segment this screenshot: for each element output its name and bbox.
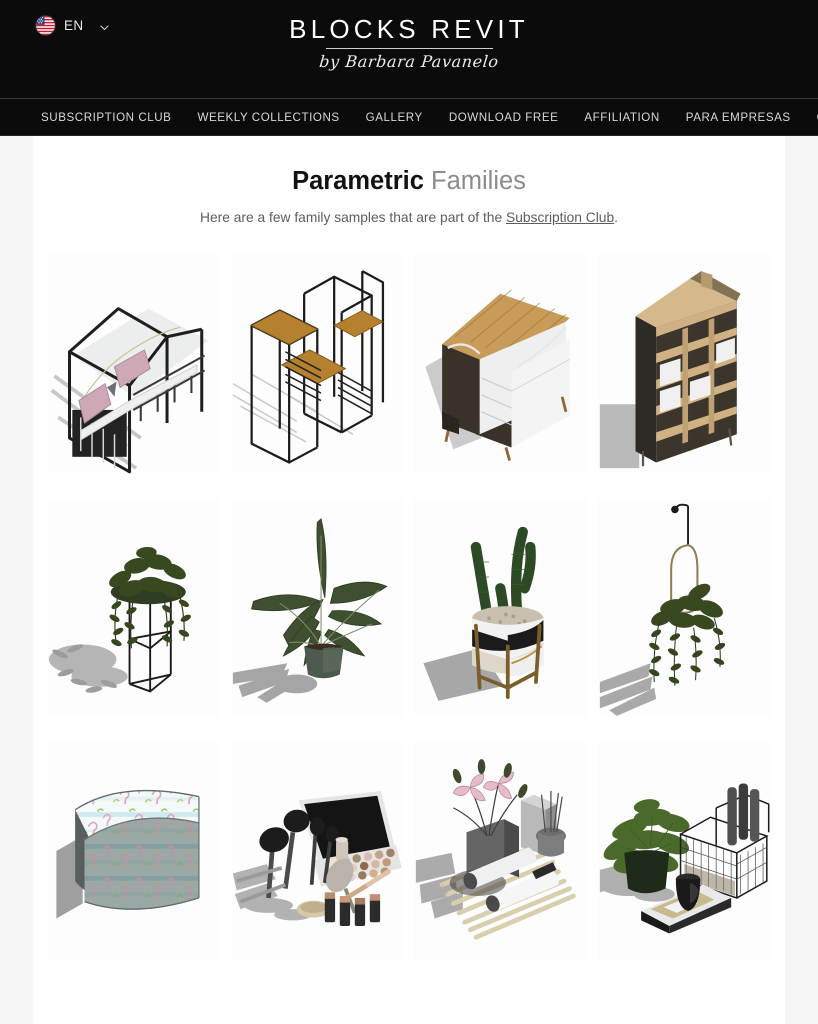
gallery-item-trailing-plant-stand[interactable] [47,490,221,724]
gallery-item-sideboard-credenza[interactable] [414,246,588,480]
nav-item-subscription-club[interactable]: SUBSCRIPTION CLUB [41,111,171,124]
gallery-item-cactus-planter[interactable] [414,490,588,724]
spa-decor-set-image [414,741,588,961]
page-title-light: Families [423,167,526,195]
content-container: Parametric Families Here are a few famil… [33,136,785,1024]
nav-item-weekly-collections[interactable]: WEEKLY COLLECTIONS [197,111,339,124]
brand-title: BLOCKS REVIT [289,14,529,44]
gallery-item-flamingo-cushion[interactable] [47,734,221,968]
subtitle-suffix: . [614,209,618,225]
nav-item-download-free[interactable]: DOWNLOAD FREE [449,111,559,124]
site-header: EN BLOCKS REVIT by Barbara Pavanelo [0,0,818,99]
trailing-plant-stand-image [47,497,221,717]
brand-divider [325,48,493,50]
page-title-bold: Parametric [292,167,424,195]
gallery-item-potted-leaf-plant[interactable] [230,490,404,724]
gallery-item-shelf-decor-set[interactable] [597,734,771,968]
gallery-item-house-frame-bed[interactable] [47,246,221,480]
gallery-item-tall-bookshelf[interactable] [597,246,771,480]
brand-subtitle: by Barbara Pavanelo [318,52,500,72]
family-samples-gallery [33,246,785,982]
subtitle-prefix: Here are a few family samples that are p… [200,209,506,225]
gallery-item-modular-shelving-unit[interactable] [230,246,404,480]
shelf-decor-set-image [597,741,771,961]
subscription-club-link[interactable]: Subscription Club [506,210,614,225]
page-title: Parametric Families [33,136,785,197]
makeup-set-image [230,741,404,961]
house-frame-bed-image [47,253,221,473]
site-logo[interactable]: BLOCKS REVIT by Barbara Pavanelo [0,14,818,72]
nav-item-gallery[interactable]: GALLERY [366,111,423,124]
nav-item-affiliation[interactable]: AFFILIATION [584,111,659,124]
page-body: Parametric Families Here are a few famil… [0,136,818,1024]
potted-leaf-plant-image [230,497,404,717]
gallery-item-hanging-plant[interactable] [597,490,771,724]
hanging-plant-image [597,497,771,717]
cactus-planter-image [414,497,588,717]
page-subtitle: Here are a few family samples that are p… [33,210,785,225]
sideboard-credenza-image [414,253,588,473]
modular-shelving-unit-image [230,253,404,473]
gallery-item-spa-decor-set[interactable] [414,734,588,968]
tall-bookshelf-image [597,253,771,473]
flamingo-cushion-image [47,741,221,961]
gallery-item-makeup-set[interactable] [230,734,404,968]
main-navigation: SUBSCRIPTION CLUB WEEKLY COLLECTIONS GAL… [0,99,818,136]
nav-item-para-empresas[interactable]: PARA EMPRESAS [686,111,791,124]
